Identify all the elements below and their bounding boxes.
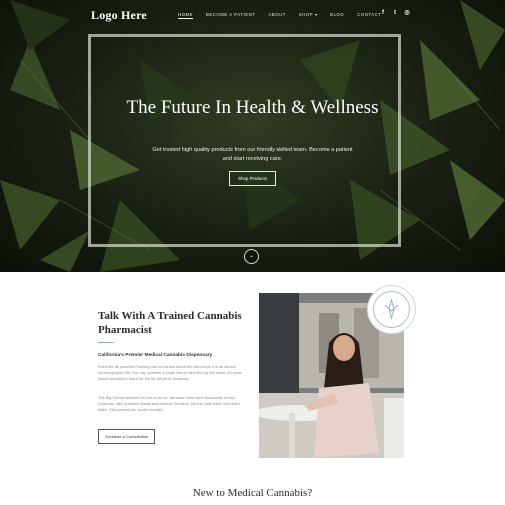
nav-item-contact[interactable]: CONTACT: [357, 12, 381, 19]
schedule-consultation-button[interactable]: Schedule a Consultation: [98, 429, 155, 444]
social-links: f t ◎: [380, 10, 410, 16]
hero-frame: [88, 34, 401, 247]
chevron-down-icon: ▾: [315, 12, 318, 17]
title-divider: [98, 342, 114, 343]
nav-item-become-a-patient[interactable]: BECOME A PATIENT: [206, 12, 255, 19]
top-navigation: Logo Here HOME BECOME A PATIENT ABOUT SH…: [0, 0, 505, 30]
section-lead: California's Premier Medical Cannabis Di…: [98, 353, 213, 358]
section-paragraph-1: Even the all-powerful Pointing has no co…: [98, 364, 243, 382]
nav-item-about[interactable]: ABOUT: [268, 12, 285, 19]
section-paragraph-2: The Big Oxmox advised her not to do so, …: [98, 395, 241, 413]
nav-item-home[interactable]: HOME: [178, 12, 193, 19]
nav-item-blog[interactable]: BLOG: [330, 12, 344, 19]
next-section-title: New to Medical Cannabis?: [192, 487, 313, 499]
twitter-icon[interactable]: t: [392, 10, 398, 16]
chevron-down-icon: ⌄: [248, 253, 255, 259]
main-menu: HOME BECOME A PATIENT ABOUT SHOP ▾ BLOG …: [178, 12, 381, 19]
instagram-icon[interactable]: ◎: [404, 10, 410, 16]
scroll-down-button[interactable]: ⌄: [244, 249, 259, 264]
dispensary-seal-badge: [367, 285, 416, 334]
shop-products-button[interactable]: Shop Products: [229, 171, 276, 186]
section-title: Talk With A Trained Cannabis Pharmacist: [98, 310, 242, 336]
hero-title: The Future In Health & Wellness: [126, 97, 379, 118]
site-logo[interactable]: Logo Here: [91, 8, 147, 23]
nav-item-shop[interactable]: SHOP: [299, 12, 313, 19]
hero-subtitle: Get trusted high quality products from o…: [152, 147, 353, 162]
cannabis-leaf-seal-icon: [373, 291, 410, 328]
facebook-icon[interactable]: f: [380, 10, 386, 16]
